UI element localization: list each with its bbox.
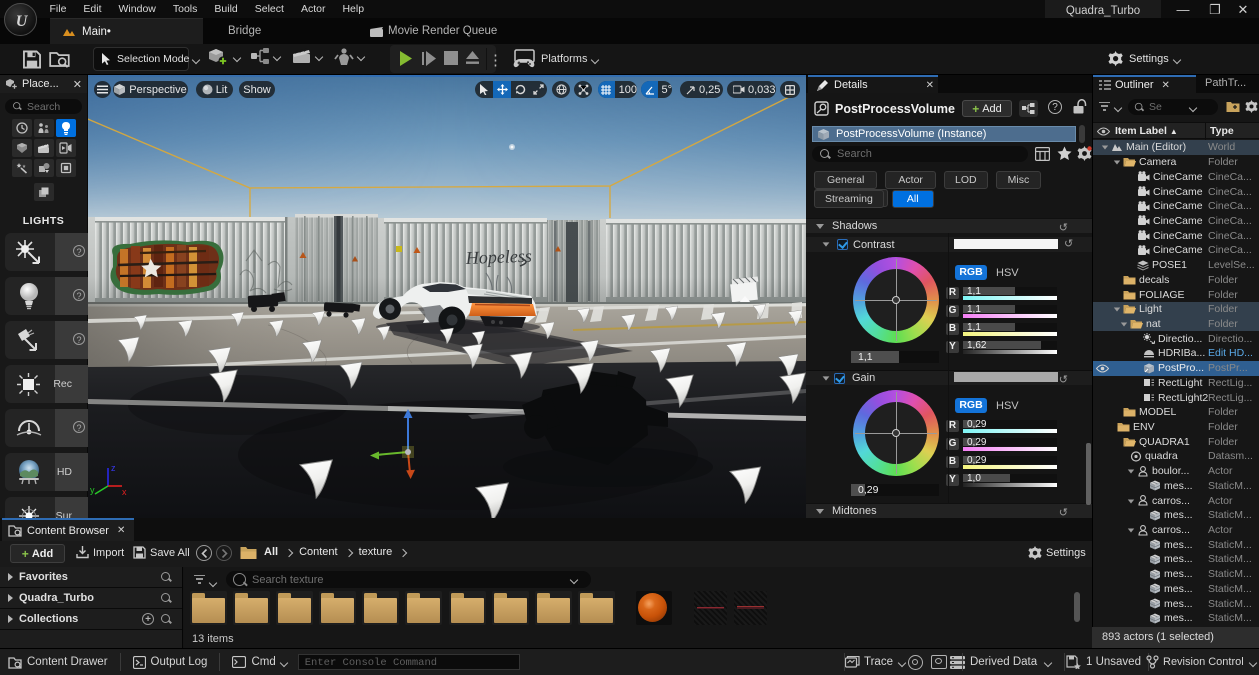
svg-text:z: z	[111, 463, 116, 473]
svg-text:y: y	[90, 485, 95, 495]
svg-text:U: U	[16, 13, 29, 30]
svg-text:x: x	[122, 487, 127, 497]
